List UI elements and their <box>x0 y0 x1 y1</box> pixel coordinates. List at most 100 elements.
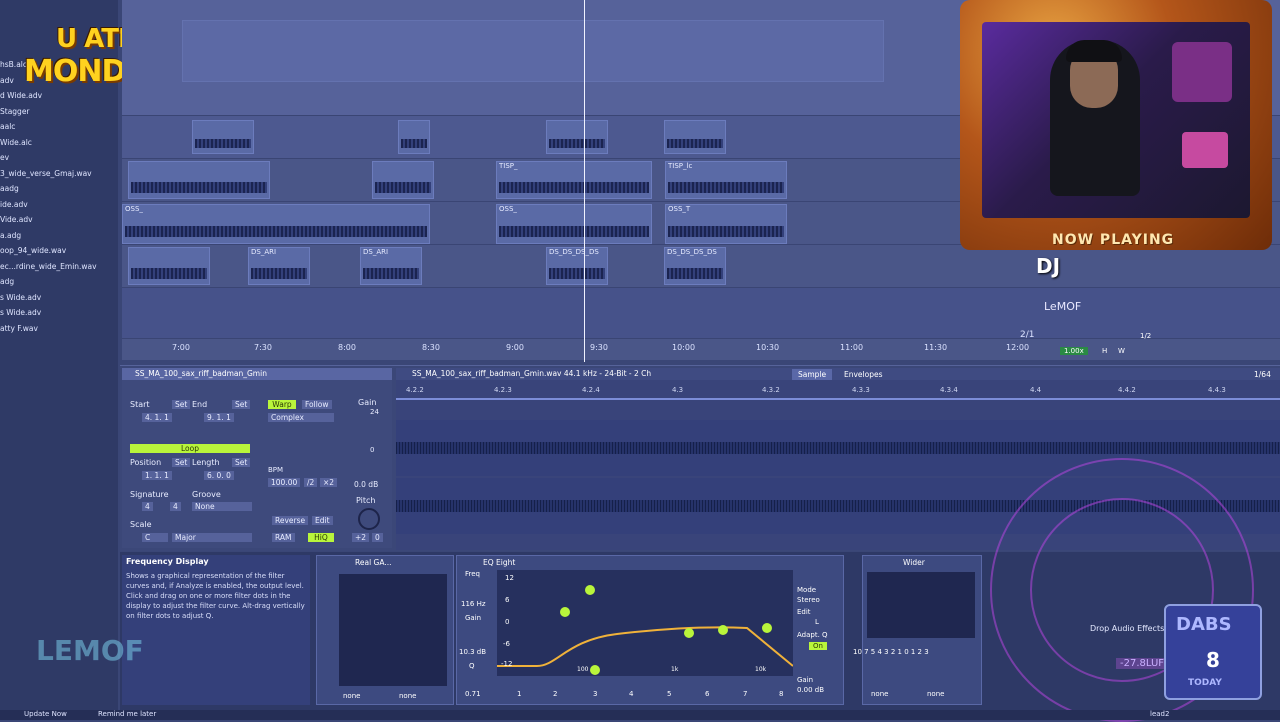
clip[interactable]: DS_DS_DS_DS <box>664 247 726 285</box>
band-8[interactable]: 8 <box>779 690 783 698</box>
clip-view[interactable]: SS_MA_100_sax_riff_badman_Gmin Start Set… <box>122 368 392 548</box>
y-axis-label: -12 <box>501 660 513 668</box>
reverse-button[interactable]: Reverse <box>272 516 309 525</box>
device-title: EQ Eight <box>483 558 516 567</box>
adapt-q-toggle[interactable]: On <box>809 642 827 650</box>
real-gain-display[interactable] <box>339 574 447 686</box>
edit-select[interactable]: L <box>815 618 819 626</box>
clip[interactable] <box>192 120 254 154</box>
tab-envelopes[interactable]: Envelopes <box>838 369 889 380</box>
clip[interactable]: OSS_ <box>122 204 430 244</box>
eq-frequency-display[interactable] <box>497 570 794 676</box>
browser-file[interactable]: s Wide.adv <box>0 308 41 317</box>
end-set-button[interactable]: Set <box>232 400 251 409</box>
clip[interactable] <box>128 161 270 199</box>
none-select[interactable]: none <box>399 692 416 700</box>
device-wider[interactable]: Wider 10 7 5 4 3 2 1 0 1 2 3 none none <box>853 555 982 705</box>
clip[interactable] <box>664 120 726 154</box>
playhead[interactable] <box>584 0 585 362</box>
browser-file[interactable]: ec...rdine_wide_Emin.wav <box>0 262 97 271</box>
band-5[interactable]: 5 <box>667 690 671 698</box>
pitch-knob[interactable] <box>358 508 380 530</box>
hiq-button[interactable]: HiQ <box>308 533 334 542</box>
length-field[interactable]: 6. 0. 0 <box>204 471 234 480</box>
browser-file[interactable]: aalc <box>0 122 15 131</box>
loop-button[interactable]: Loop <box>130 444 250 453</box>
groove-select[interactable]: None <box>192 502 252 511</box>
clip[interactable]: DS_ARI <box>360 247 422 285</box>
browser-file[interactable]: Wide.alc <box>0 138 32 147</box>
follow-button[interactable]: Follow <box>302 400 332 409</box>
remind-later-button[interactable]: Remind me later <box>98 710 156 718</box>
band-4[interactable]: 4 <box>629 690 633 698</box>
clip[interactable] <box>372 161 434 199</box>
q-value[interactable]: 0.71 <box>465 690 481 698</box>
update-now-button[interactable]: Update Now <box>24 710 67 718</box>
clip[interactable] <box>182 20 884 82</box>
position-set-button[interactable]: Set <box>172 458 191 467</box>
signature-denominator[interactable]: 4 <box>170 502 181 511</box>
browser-file[interactable]: oop_94_wide.wav <box>0 246 66 255</box>
bpm-field[interactable]: 100.00 <box>268 478 301 487</box>
none-select[interactable]: none <box>343 692 360 700</box>
clip[interactable]: OSS_T <box>665 204 787 244</box>
pitch-cents[interactable]: 0 <box>372 533 383 542</box>
warp-button[interactable]: Warp <box>268 400 296 409</box>
end-field[interactable]: 9. 1. 1 <box>204 413 234 422</box>
clip[interactable]: TISP_ <box>496 161 652 199</box>
clip[interactable]: DS_DS_DS_DS <box>546 247 608 285</box>
band-1[interactable]: 1 <box>517 690 521 698</box>
zoom-readout[interactable]: 1/64 <box>1248 369 1277 380</box>
clip[interactable] <box>546 120 608 154</box>
signature-label: Signature <box>130 490 169 499</box>
band-7[interactable]: 7 <box>743 690 747 698</box>
browser-file[interactable]: ev <box>0 153 9 162</box>
band-2[interactable]: 2 <box>553 690 557 698</box>
browser-file[interactable]: ide.adv <box>0 200 28 209</box>
ram-button[interactable]: RAM <box>272 533 295 542</box>
position-field[interactable]: 1. 1. 1 <box>142 471 172 480</box>
scale-root-select[interactable]: C <box>142 533 168 542</box>
scale-mode-select[interactable]: Major <box>172 533 252 542</box>
browser-file[interactable]: Vide.adv <box>0 215 33 224</box>
length-set-button[interactable]: Set <box>232 458 251 467</box>
pitch-semitones[interactable]: +2 <box>352 533 370 542</box>
clip[interactable]: OSS_ <box>496 204 652 244</box>
browser-file[interactable]: adg <box>0 277 14 286</box>
clip[interactable]: DS_ARI <box>248 247 310 285</box>
double-tempo-button[interactable]: ×2 <box>320 478 338 487</box>
start-field[interactable]: 4. 1. 1 <box>142 413 172 422</box>
clip[interactable] <box>398 120 430 154</box>
browser-file[interactable]: s Wide.adv <box>0 293 41 302</box>
browser-file[interactable]: atty F.wav <box>0 324 38 333</box>
none-select[interactable]: none <box>927 690 944 698</box>
device-eq-eight[interactable]: EQ Eight Freq 116 Hz Gain 10.3 dB Q 0.71… <box>456 555 844 705</box>
freq-value[interactable]: 116 Hz <box>461 600 486 608</box>
clip[interactable]: TISP_lc <box>665 161 787 199</box>
warp-mode-select[interactable]: Complex <box>268 413 334 422</box>
sample-ruler[interactable]: 4.2.2 4.2.3 4.2.4 4.3 4.3.2 4.3.3 4.3.4 … <box>396 386 1280 396</box>
start-set-button[interactable]: Set <box>172 400 191 409</box>
browser-file[interactable]: 3_wide_verse_Gmaj.wav <box>0 169 92 178</box>
clip-title: SS_MA_100_sax_riff_badman_Gmin <box>122 368 392 380</box>
gain-value[interactable]: 0.0 dB <box>354 480 378 489</box>
browser-file[interactable]: adv <box>0 76 14 85</box>
band-6[interactable]: 6 <box>705 690 709 698</box>
browser-file[interactable]: a.adg <box>0 231 21 240</box>
tab-sample[interactable]: Sample <box>792 369 833 380</box>
clip[interactable] <box>128 247 210 285</box>
band-3[interactable]: 3 <box>593 690 597 698</box>
edit-button[interactable]: Edit <box>312 516 333 525</box>
webcam-frame <box>960 0 1272 250</box>
signature-numerator[interactable]: 4 <box>142 502 153 511</box>
mode-select[interactable]: Stereo <box>797 596 820 604</box>
gain-value[interactable]: 10.3 dB <box>459 648 486 656</box>
output-gain-value[interactable]: 0.00 dB <box>797 686 824 694</box>
browser-file[interactable]: aadg <box>0 184 19 193</box>
time-ruler[interactable]: 7:00 7:30 8:00 8:30 9:00 9:30 10:00 10:3… <box>122 340 1029 358</box>
eq-curve-svg[interactable] <box>497 570 794 676</box>
device-real-gain[interactable]: Real GA... none none <box>316 555 454 705</box>
none-select[interactable]: none <box>871 690 888 698</box>
half-tempo-button[interactable]: /2 <box>304 478 318 487</box>
y-axis-label: -6 <box>503 640 510 648</box>
